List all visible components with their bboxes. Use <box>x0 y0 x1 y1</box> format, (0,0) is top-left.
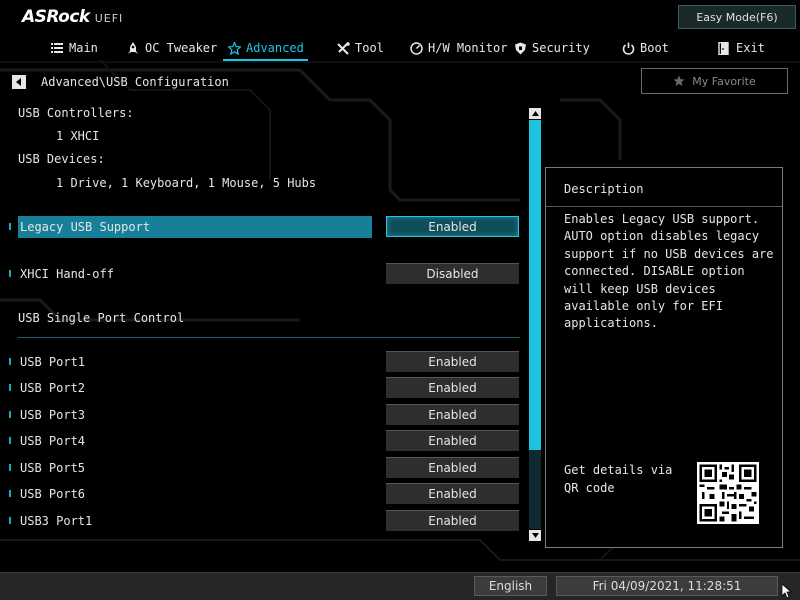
datetime-display: Fri 04/09/2021, 11:28:51 <box>556 576 778 596</box>
power-icon <box>621 41 635 55</box>
tab-label: Exit <box>736 41 765 55</box>
usb-port5-label[interactable]: USB Port5 <box>20 461 85 475</box>
uefi-label: UEFI <box>94 12 124 25</box>
usb-controllers-label: USB Controllers: <box>18 106 134 120</box>
tab-label: Tool <box>355 41 384 55</box>
usb-devices-label: USB Devices: <box>18 152 105 166</box>
usb-port1-label[interactable]: USB Port1 <box>20 355 85 369</box>
description-divider <box>546 206 782 207</box>
usb3-port1-label[interactable]: USB3 Port1 <box>20 514 92 528</box>
usb-port3-value[interactable]: Enabled <box>386 404 519 425</box>
xhci-handoff-value[interactable]: Disabled <box>386 263 519 284</box>
row-marker <box>9 411 11 418</box>
row-marker <box>9 490 11 497</box>
tab-label: Advanced <box>246 41 304 55</box>
usb-controllers-value: 1 XHCI <box>56 129 100 143</box>
usb-port5-value[interactable]: Enabled <box>386 457 519 478</box>
usb-port3-label[interactable]: USB Port3 <box>20 408 85 422</box>
arrow-down-icon <box>531 533 539 538</box>
row-marker <box>9 517 11 524</box>
usb-port1-value[interactable]: Enabled <box>386 351 519 372</box>
tab-label: H/W Monitor <box>428 41 508 55</box>
description-text: Enables Legacy USB support. AUTO option … <box>564 212 774 331</box>
language-button[interactable]: English <box>474 576 547 596</box>
usb-port6-label[interactable]: USB Port6 <box>20 487 85 501</box>
scroll-down-button[interactable] <box>529 530 541 541</box>
usb-port2-label[interactable]: USB Port2 <box>20 381 85 395</box>
scrollbar-thumb[interactable] <box>529 120 541 450</box>
back-button[interactable] <box>12 75 26 89</box>
legacy-usb-support-label[interactable]: Legacy USB Support <box>20 220 150 234</box>
back-arrow-icon <box>16 78 21 86</box>
qr-code-icon <box>697 462 759 524</box>
description-panel: Description Enables Legacy USB support. … <box>545 167 783 548</box>
breadcrumb: Advanced\USB Configuration <box>41 75 229 89</box>
description-title: Description <box>564 182 644 196</box>
rocket-icon <box>126 41 140 55</box>
main-menu: Main OC Tweaker Advanced Tool H/W Monito… <box>0 36 800 61</box>
row-marker <box>9 437 11 444</box>
asrock-logo: ASRock UEFI <box>22 7 123 29</box>
exit-icon <box>717 41 731 55</box>
tab-oc-tweaker[interactable]: OC Tweaker <box>126 36 217 60</box>
row-marker <box>9 270 11 277</box>
qr-details-text: Get details via QR code <box>564 463 673 495</box>
tab-exit[interactable]: Exit <box>717 36 765 60</box>
tab-boot[interactable]: Boot <box>621 36 669 60</box>
tab-hw-monitor[interactable]: H/W Monitor <box>409 36 507 60</box>
usb3-port1-value[interactable]: Enabled <box>386 510 519 531</box>
shield-icon <box>513 41 527 55</box>
row-marker <box>9 358 11 365</box>
usb-single-port-control-label: USB Single Port Control <box>18 311 185 325</box>
row-marker <box>9 223 11 230</box>
tab-advanced[interactable]: Advanced <box>223 36 308 61</box>
my-favorite-button[interactable]: My Favorite <box>641 68 788 94</box>
tab-label: OC Tweaker <box>145 41 218 55</box>
usb-port2-value[interactable]: Enabled <box>386 377 519 398</box>
arrow-up-icon <box>531 111 539 116</box>
easy-mode-button[interactable]: Easy Mode(F6) <box>678 5 796 29</box>
xhci-handoff-label[interactable]: XHCI Hand-off <box>20 267 114 281</box>
list-icon <box>50 41 64 55</box>
usb-port6-value[interactable]: Enabled <box>386 483 519 504</box>
scroll-up-button[interactable] <box>529 108 541 119</box>
star-icon <box>673 75 685 86</box>
tab-tool[interactable]: Tool <box>336 36 384 60</box>
tab-label: Security <box>532 41 590 55</box>
monitor-icon <box>409 41 423 55</box>
tools-icon <box>336 41 350 55</box>
usb-port4-label[interactable]: USB Port4 <box>20 434 85 448</box>
usb-port4-value[interactable]: Enabled <box>386 430 519 451</box>
legacy-usb-support-value[interactable]: Enabled <box>386 216 519 237</box>
usb-devices-value: 1 Drive, 1 Keyboard, 1 Mouse, 5 Hubs <box>56 176 317 190</box>
favorite-label: My Favorite <box>692 74 756 88</box>
tab-main[interactable]: Main <box>50 36 98 60</box>
brand-name: ASRock <box>22 7 90 27</box>
section-divider <box>18 337 520 338</box>
row-marker <box>9 464 11 471</box>
tab-label: Boot <box>640 41 669 55</box>
mouse-cursor-icon <box>782 584 792 599</box>
star-icon <box>227 41 241 55</box>
row-marker <box>9 384 11 391</box>
tab-security[interactable]: Security <box>513 36 590 60</box>
tab-label: Main <box>69 41 98 55</box>
